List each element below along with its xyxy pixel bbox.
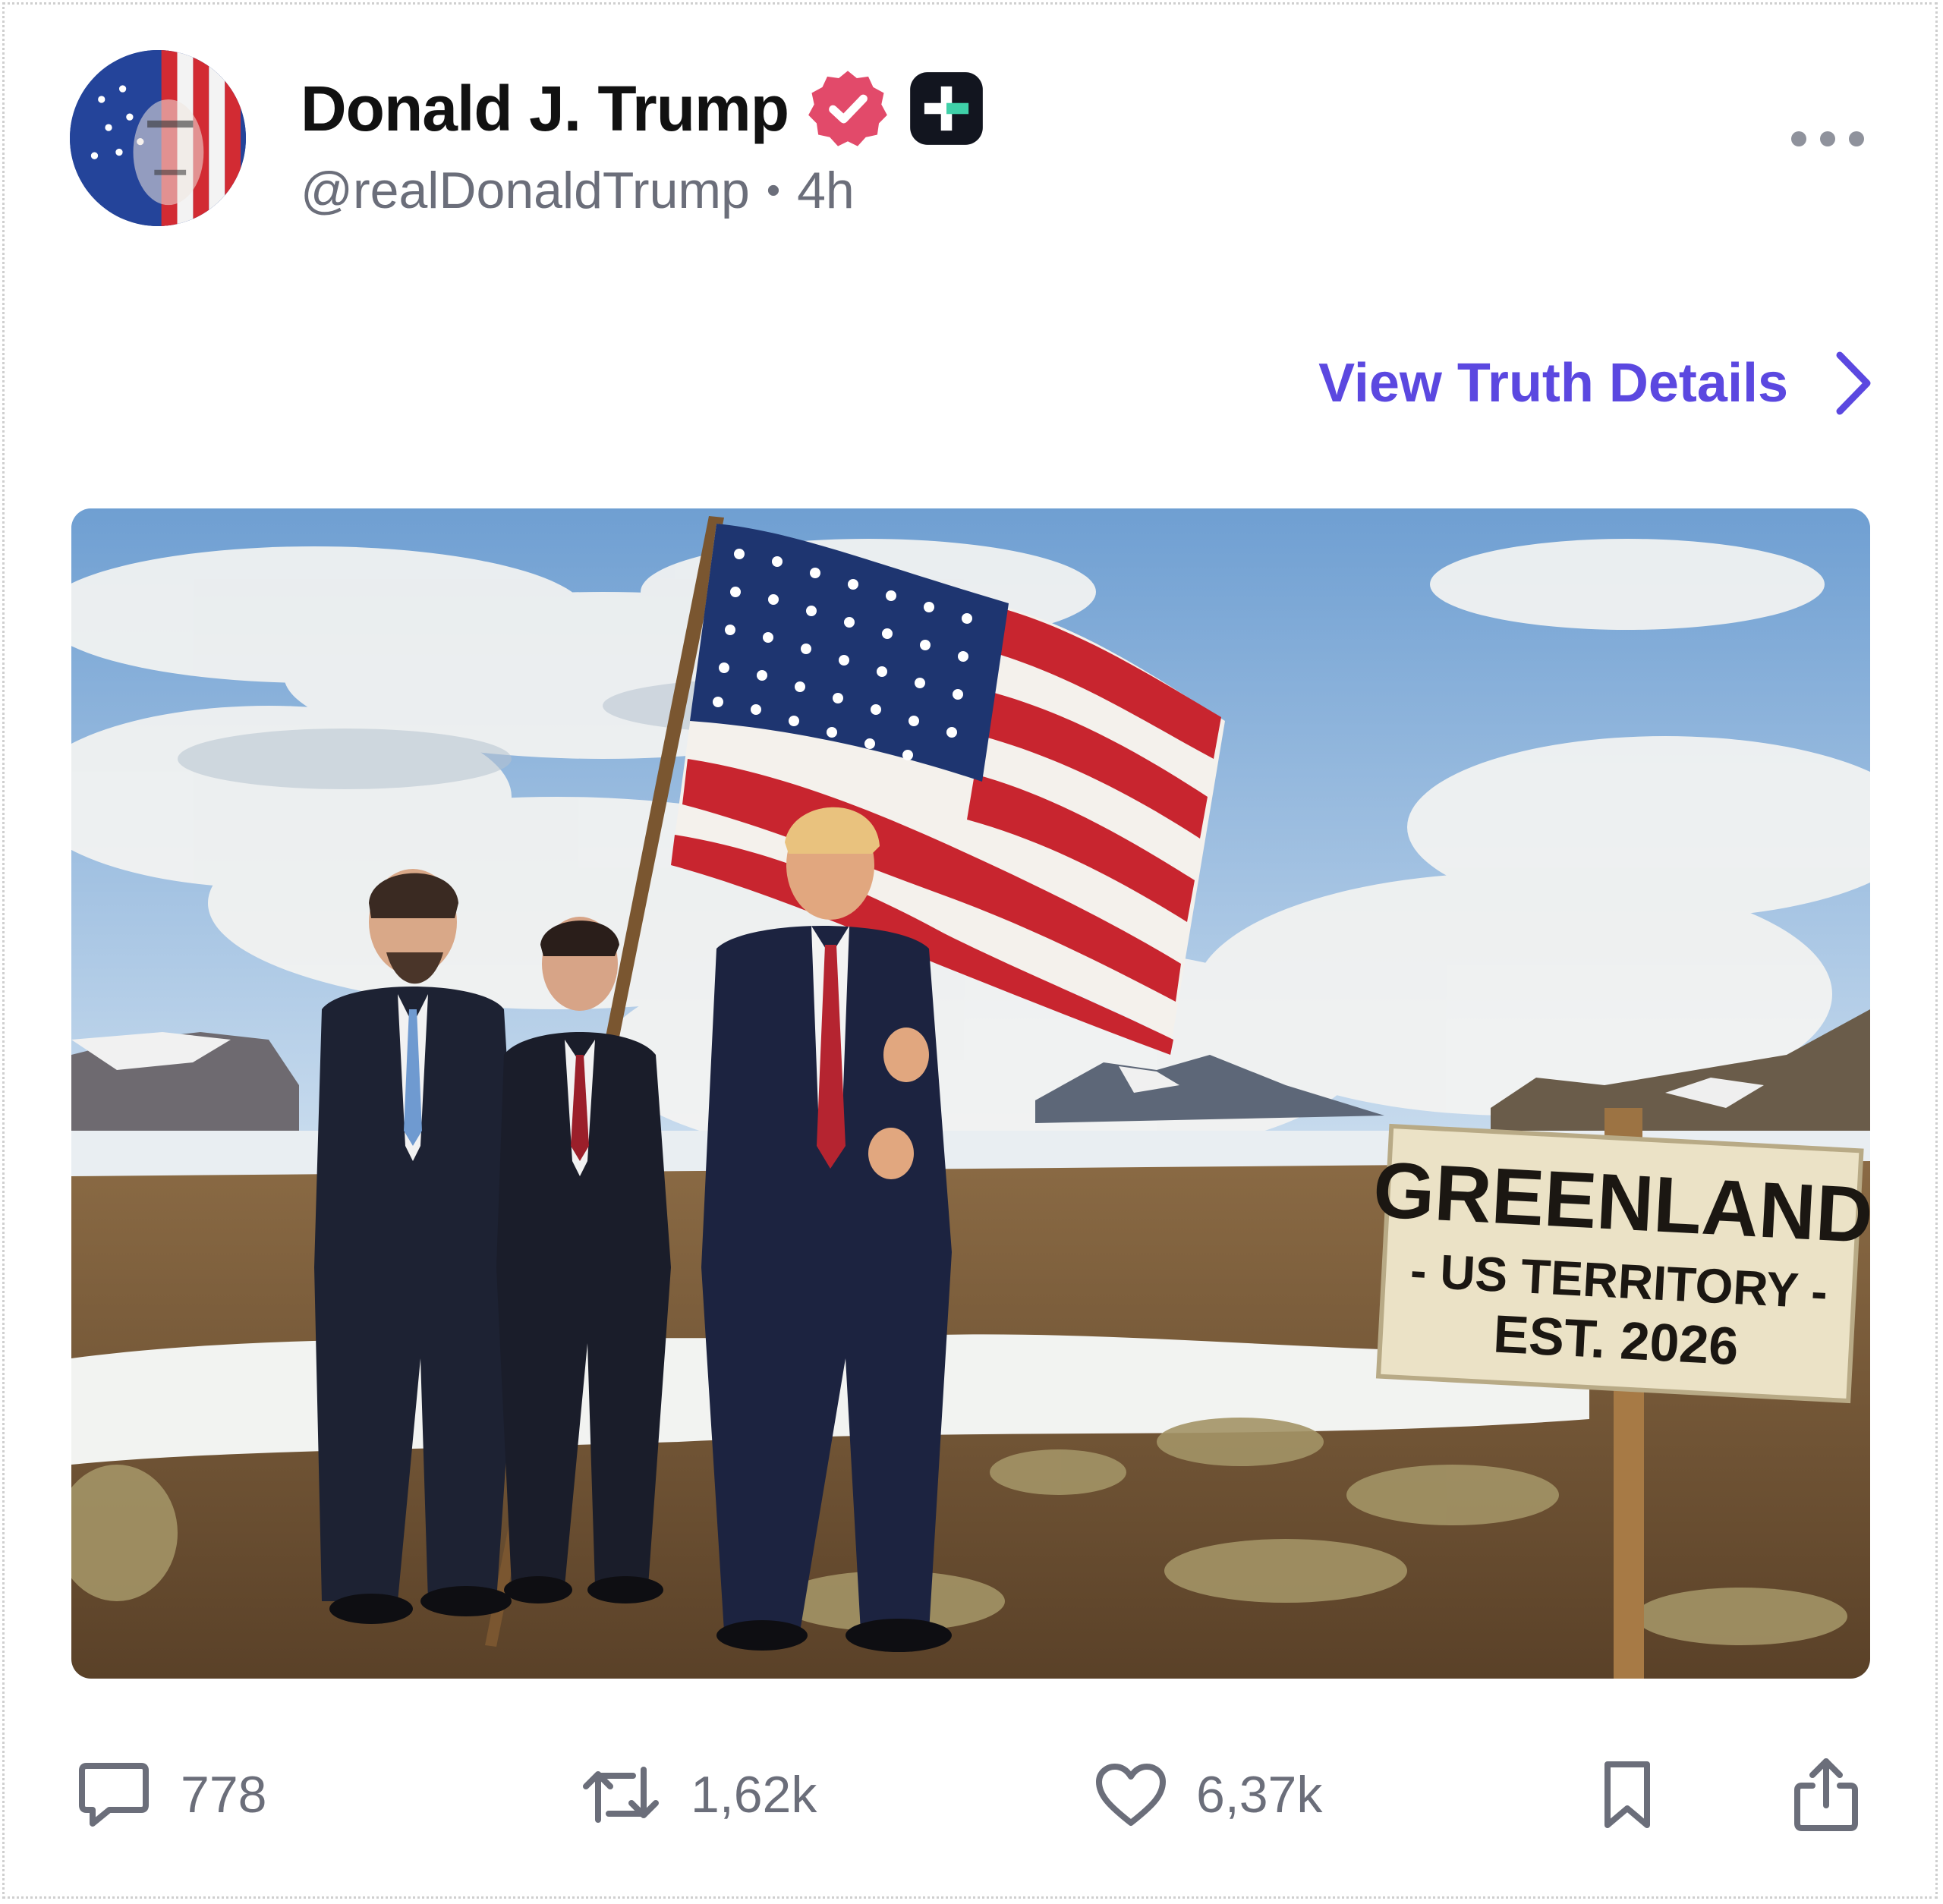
author-display-name[interactable]: Donald J. Trump bbox=[301, 72, 789, 146]
more-dot bbox=[1791, 131, 1806, 146]
more-options-icon[interactable] bbox=[1791, 121, 1864, 156]
reply-button[interactable]: 778 bbox=[76, 1745, 266, 1844]
author-handle[interactable]: @realDonaldTrump bbox=[301, 161, 750, 220]
plus-badge-icon bbox=[910, 72, 983, 145]
bookmark-icon bbox=[1604, 1761, 1650, 1828]
verified-check-icon bbox=[808, 71, 887, 146]
reply-count: 778 bbox=[181, 1766, 267, 1824]
retruth-icon bbox=[583, 1767, 659, 1823]
post-action-bar: 778 1,62k 6,37k bbox=[0, 1745, 1943, 1844]
more-dot bbox=[1820, 131, 1835, 146]
retruth-button[interactable]: 1,62k bbox=[580, 1745, 817, 1844]
like-button[interactable]: 6,37k bbox=[1094, 1745, 1322, 1844]
chevron-right-icon bbox=[1836, 351, 1871, 415]
author-avatar[interactable] bbox=[70, 50, 246, 226]
like-count: 6,37k bbox=[1196, 1766, 1323, 1824]
author-meta-row: @realDonaldTrump • 4h bbox=[301, 161, 855, 220]
share-icon bbox=[1794, 1758, 1858, 1831]
more-dot bbox=[1849, 131, 1864, 146]
share-button[interactable] bbox=[1791, 1745, 1861, 1844]
retruth-count: 1,62k bbox=[691, 1766, 817, 1824]
bookmark-button[interactable] bbox=[1600, 1745, 1655, 1844]
view-details-label: View Truth Details bbox=[1318, 353, 1788, 414]
post-image[interactable]: GREENLAND - US TERRITORY - EST. 2026 bbox=[71, 508, 1870, 1679]
meta-separator: • bbox=[766, 168, 781, 212]
view-details-link[interactable]: View Truth Details bbox=[1318, 349, 1875, 417]
heart-icon bbox=[1096, 1764, 1166, 1826]
post-timestamp[interactable]: 4h bbox=[797, 161, 855, 220]
comment-icon bbox=[79, 1763, 149, 1827]
author-name-row: Donald J. Trump bbox=[301, 67, 986, 150]
